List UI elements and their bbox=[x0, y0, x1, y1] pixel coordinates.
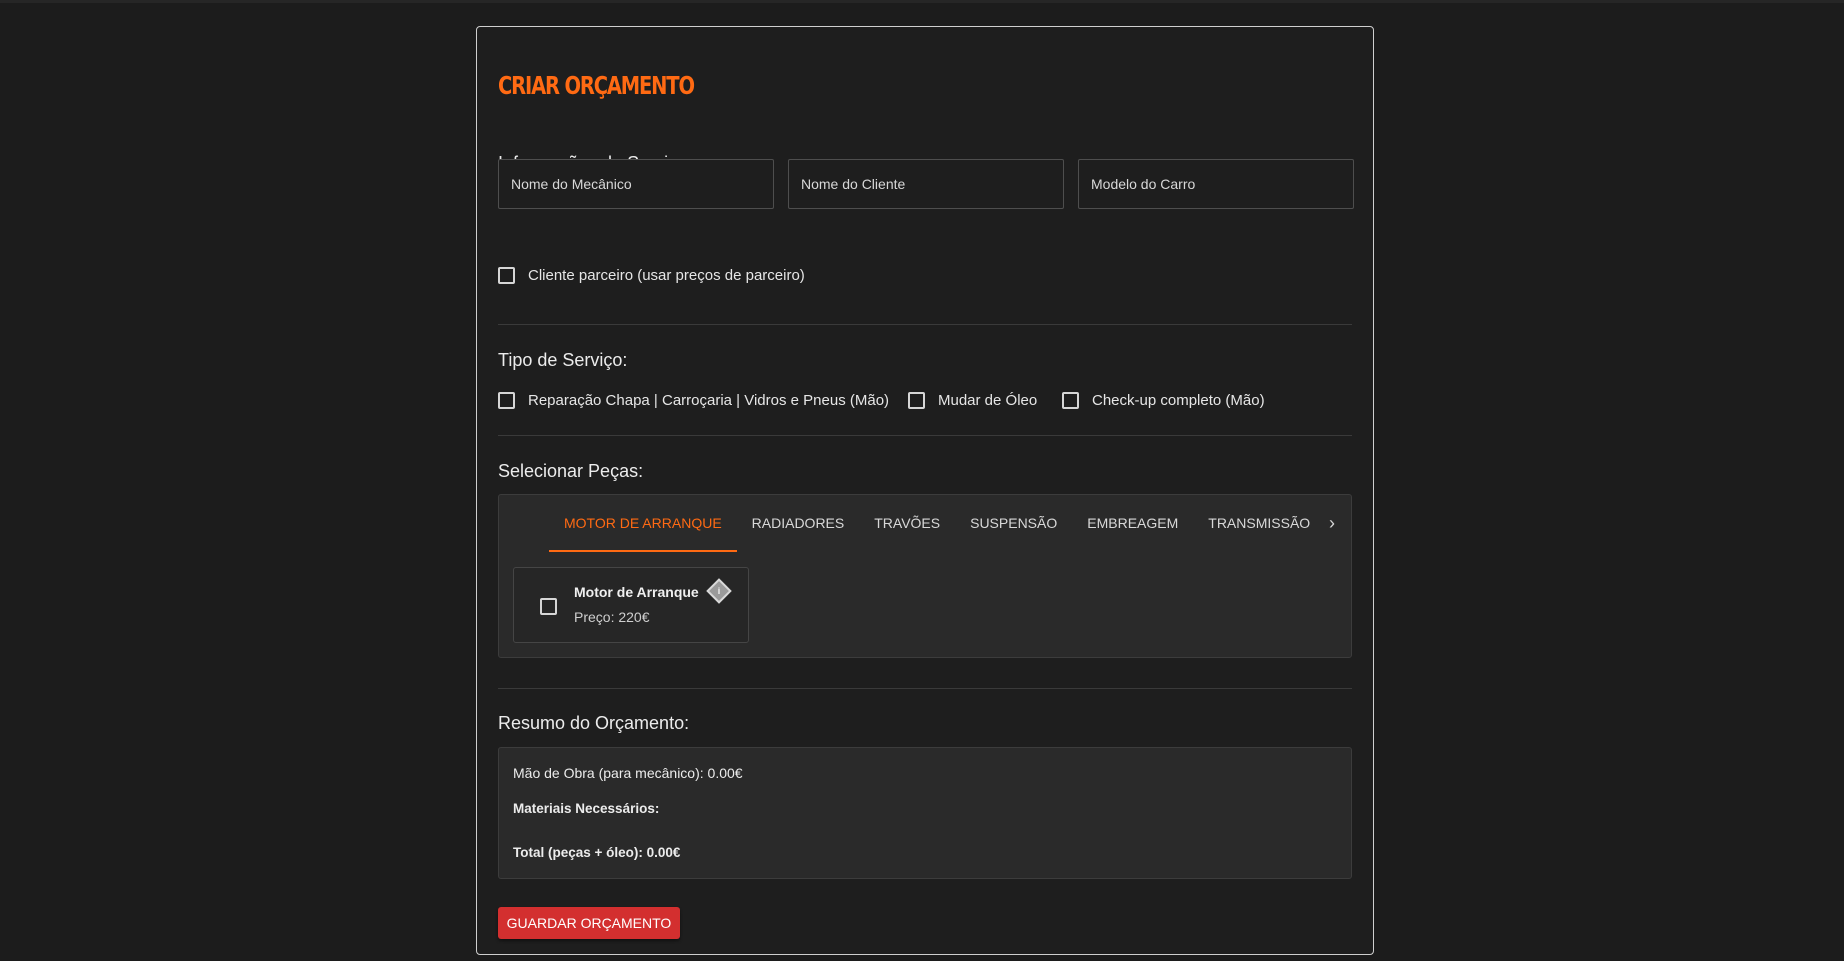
save-quote-button[interactable]: GUARDAR ORÇAMENTO bbox=[498, 907, 680, 939]
summary-heading: Resumo do Orçamento: bbox=[498, 713, 690, 733]
car-model-input[interactable] bbox=[1078, 159, 1354, 209]
client-name-input[interactable] bbox=[788, 159, 1064, 209]
top-bar bbox=[0, 0, 1844, 3]
tab-embreagem[interactable]: EMBREAGEM bbox=[1072, 495, 1193, 552]
info-icon-glyph: i bbox=[717, 586, 721, 596]
service-option-bodywork[interactable]: Reparação Chapa | Carroçaria | Vidros e … bbox=[498, 392, 889, 409]
divider bbox=[498, 324, 1352, 325]
part-name: Motor de Arranque bbox=[574, 584, 699, 600]
partner-client-option[interactable]: Cliente parceiro (usar preços de parceir… bbox=[498, 267, 805, 284]
part-price: Preço: 220€ bbox=[574, 609, 650, 625]
part-checkbox[interactable] bbox=[540, 598, 557, 615]
bodywork-label: Reparação Chapa | Carroçaria | Vidros e … bbox=[528, 392, 890, 409]
service-type-heading: Tipo de Serviço: bbox=[498, 350, 628, 370]
partner-client-label: Cliente parceiro (usar preços de parceir… bbox=[528, 267, 805, 284]
parts-selector: MOTOR DE ARRANQUE RADIADORES TRAVÕES SUS… bbox=[498, 494, 1352, 658]
tab-radiadores[interactable]: RADIADORES bbox=[737, 495, 860, 552]
part-card[interactable]: Motor de Arranque i Preço: 220€ bbox=[513, 567, 749, 643]
tab-travoes[interactable]: TRAVÕES bbox=[859, 495, 955, 552]
parts-category-tabs: MOTOR DE ARRANQUE RADIADORES TRAVÕES SUS… bbox=[549, 495, 1319, 552]
oil-change-label: Mudar de Óleo bbox=[938, 392, 1038, 409]
chevron-right-icon[interactable]: › bbox=[1319, 495, 1345, 552]
service-option-oil-change[interactable]: Mudar de Óleo bbox=[908, 392, 1037, 409]
oil-change-checkbox[interactable] bbox=[908, 392, 925, 409]
page-title: CRIAR ORÇAMENTO bbox=[498, 71, 695, 100]
checkup-checkbox[interactable] bbox=[1062, 392, 1079, 409]
partner-client-checkbox[interactable] bbox=[498, 267, 515, 284]
checkup-label: Check-up completo (Mão) bbox=[1092, 392, 1265, 409]
bodywork-checkbox[interactable] bbox=[498, 392, 515, 409]
mechanic-name-input[interactable] bbox=[498, 159, 774, 209]
tab-motor-de-arranque[interactable]: MOTOR DE ARRANQUE bbox=[549, 495, 737, 552]
divider bbox=[498, 688, 1352, 689]
parts-heading: Selecionar Peças: bbox=[498, 461, 644, 481]
quote-summary: Mão de Obra (para mecânico): 0.00€ Mater… bbox=[498, 747, 1352, 879]
info-icon[interactable]: i bbox=[706, 578, 732, 604]
tab-transmissao[interactable]: TRANSMISSÃO bbox=[1193, 495, 1319, 552]
total-cost: Total (peças + óleo): 0.00€ bbox=[513, 845, 681, 860]
quote-form-panel: CRIAR ORÇAMENTO Informações do Serviço: … bbox=[476, 26, 1374, 955]
divider bbox=[498, 435, 1352, 436]
materials-heading: Materiais Necessários: bbox=[513, 801, 660, 816]
labor-cost: Mão de Obra (para mecânico): 0.00€ bbox=[513, 765, 743, 781]
tab-suspensao[interactable]: SUSPENSÃO bbox=[955, 495, 1072, 552]
service-option-checkup[interactable]: Check-up completo (Mão) bbox=[1062, 392, 1265, 409]
